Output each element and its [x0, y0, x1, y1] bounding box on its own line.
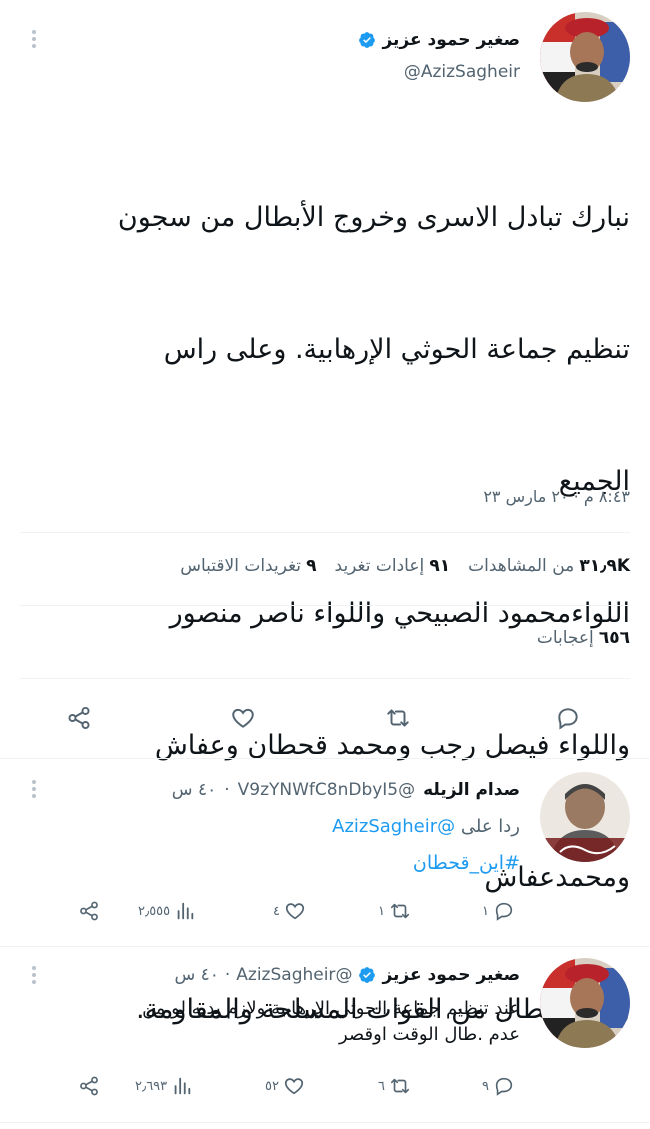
reply-button[interactable]: ١ [482, 900, 515, 922]
reply-separator: · [224, 780, 230, 800]
reply-icon [495, 902, 513, 921]
reply-time[interactable]: ٤٠ س [174, 965, 218, 985]
retweet-button[interactable]: ١ [378, 900, 411, 922]
views-button[interactable]: ٢٫٦٩٣ [135, 1075, 193, 1097]
like-button[interactable]: ٤ [273, 900, 306, 922]
replying-prefix: ردا على [460, 816, 520, 837]
retweet-icon [387, 709, 409, 727]
reply-hashtag[interactable]: #اين_قحطان [413, 852, 520, 874]
divider [20, 605, 630, 606]
views-count: ٢٫٦٩٣ [135, 1078, 168, 1094]
reply-header: صغير حمود عزيز @AzizSagheir · ٤٠ س [174, 965, 520, 985]
reply-button[interactable] [555, 705, 581, 735]
verified-badge-icon [359, 32, 376, 48]
like-button[interactable]: ٥٢ [265, 1075, 305, 1097]
reply-text-line: عدم .طال الوقت اوقصر [338, 1024, 520, 1045]
like-count: ٤ [273, 903, 280, 919]
retweet-count: ١ [378, 903, 385, 919]
reply-separator: · [224, 965, 231, 985]
reply-count: ١ [482, 903, 489, 919]
reply-author-handle[interactable]: @V9zYNWfC8nDbyI5 [238, 780, 416, 800]
divider [0, 758, 650, 759]
reply-icon [495, 1077, 513, 1096]
quotes-label: تغريدات الاقتباس [180, 556, 302, 576]
replying-to: ردا على @AzizSagheir [332, 816, 520, 837]
likes-label: إعجابات [536, 628, 594, 648]
tweet-text-line: واللواء فيصل رجب ومحمد قحطان وعفاش [154, 730, 630, 761]
share-icon [68, 706, 90, 730]
author-name-row: صغير حمود عزيز [358, 30, 520, 50]
share-icon [80, 901, 98, 921]
like-count: ٥٢ [265, 1078, 279, 1094]
reply-author-avatar[interactable] [540, 772, 630, 862]
quotes-stat[interactable]: ٩ تغريدات الاقتباس [180, 556, 316, 576]
tweet-text-line: تنظيم جماعة الحوثي الإرهابية. وعلى راس [163, 334, 630, 365]
reply-icon [558, 708, 578, 730]
retweets-stat[interactable]: ٩١ إعادات تغريد [335, 556, 451, 576]
tweet-timestamp[interactable]: ٨:٤٣ م · ٢٠ مارس ٢٣ [483, 487, 630, 506]
share-button[interactable] [78, 900, 100, 922]
share-button[interactable] [78, 1075, 100, 1097]
retweets-label: إعادات تغريد [334, 556, 425, 576]
divider [20, 532, 630, 533]
retweets-count: ٩١ [429, 556, 451, 576]
reply-text: عند تنظيم جماعة الحوثي الإرهابية ولازم ي… [20, 996, 520, 1048]
heart-icon [285, 903, 305, 920]
views-icon [174, 1077, 191, 1095]
views-count: ٣١٫٩K [579, 556, 630, 576]
divider [0, 1122, 650, 1123]
like-button[interactable] [230, 705, 256, 735]
replying-to-link[interactable]: @AzizSagheir [332, 816, 455, 837]
retweet-button[interactable]: ٦ [378, 1075, 411, 1097]
tweet-text-line: نبارك تبادل الاسرى وخروج الأبطال من سجون [117, 202, 630, 233]
reply-author-avatar[interactable] [540, 958, 630, 1048]
reply-count: ٩ [482, 1078, 489, 1094]
views-count: ٢٫٥٥٥ [138, 903, 171, 919]
retweet-button[interactable] [385, 705, 411, 735]
retweet-count: ٦ [378, 1078, 385, 1094]
likes-stat[interactable]: ٦٥٦ إعجابات [537, 628, 630, 648]
quotes-count: ٩ [306, 556, 317, 576]
retweet-icon [390, 903, 410, 919]
author-handle[interactable]: @AzizSagheir [404, 62, 520, 82]
views-button[interactable]: ٢٫٥٥٥ [138, 900, 196, 922]
reply-time[interactable]: ٤٠ س [172, 780, 216, 800]
share-button[interactable] [66, 705, 92, 735]
views-stat: ٣١٫٩K من المشاهدات [468, 556, 630, 576]
reply-text-line: عند تنظيم جماعة الحوثي الإرهابية ولازم ي… [142, 998, 520, 1019]
tweet-text-line: ومحمدعفاش [484, 862, 630, 893]
stats-row: ٣١٫٩K من المشاهدات ٩١ إعادات تغريد ٩ تغر… [180, 556, 630, 576]
reply-author-name[interactable]: صغير حمود عزيز [382, 965, 520, 985]
verified-badge-icon [359, 967, 376, 983]
reply-author-handle[interactable]: @AzizSagheir [236, 965, 352, 985]
likes-count: ٦٥٦ [598, 628, 630, 648]
reply-author-name[interactable]: صدام الزيله [423, 780, 520, 800]
author-name[interactable]: صغير حمود عزيز [382, 30, 520, 50]
author-avatar[interactable] [540, 12, 630, 102]
more-options-icon[interactable] [31, 777, 37, 801]
views-icon [177, 902, 194, 920]
divider [20, 678, 630, 679]
reply-header: صدام الزيله @V9zYNWfC8nDbyI5 · ٤٠ س [172, 780, 520, 800]
heart-icon [284, 1078, 304, 1095]
views-label: من المشاهدات [468, 556, 575, 576]
reply-button[interactable]: ٩ [482, 1075, 515, 1097]
more-options-icon[interactable] [31, 963, 37, 987]
more-options-icon[interactable] [31, 27, 37, 51]
divider [0, 946, 650, 947]
share-icon [80, 1076, 98, 1096]
retweet-icon [390, 1078, 410, 1094]
heart-icon [232, 708, 254, 728]
